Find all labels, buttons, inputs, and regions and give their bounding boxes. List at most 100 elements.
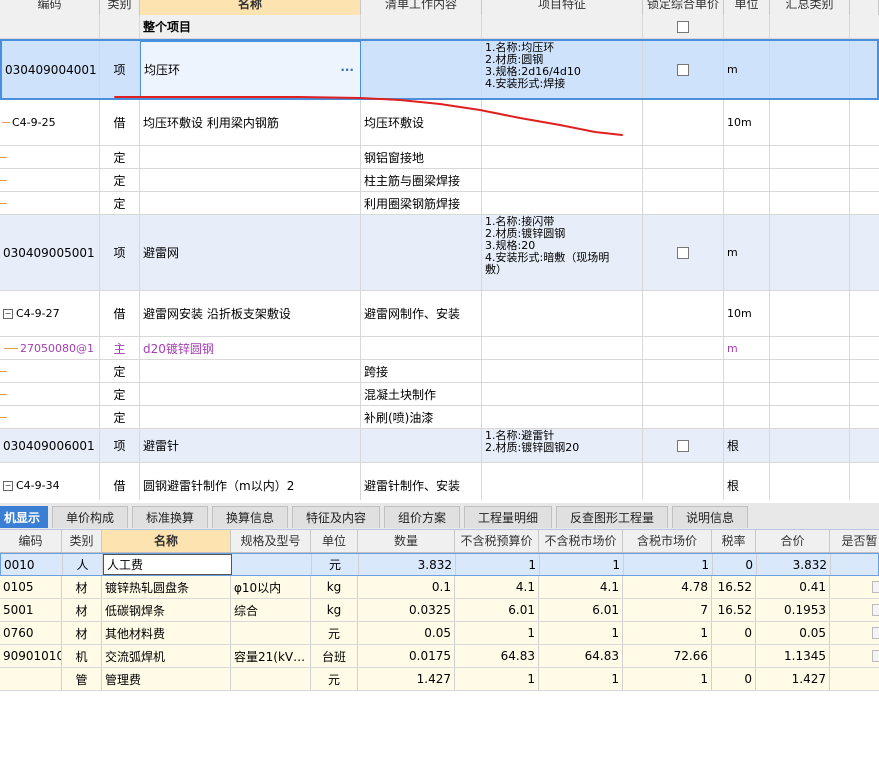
resource-detail-grid: 编码 类别 名称 规格及型号 单位 数量 不含税预算价 不含税市场价 含税市场价… bbox=[0, 530, 879, 765]
cell-name: 管理费 bbox=[102, 668, 231, 690]
bill-of-quantities-grid: 编码 类别 名称 清单工作内容 项目特征 锁定综合单价 单位 汇总类别 整个项目… bbox=[0, 0, 879, 500]
cell-tax-market: 7 bbox=[623, 599, 712, 621]
cell-name: 低碳钢焊条 bbox=[102, 599, 231, 621]
cell-name: 交流弧焊机 bbox=[102, 645, 231, 667]
cell-tax-rate: 16.52 bbox=[712, 599, 756, 621]
cell-pre-market: 1 bbox=[539, 622, 623, 644]
cell-spec: φ10以内 bbox=[231, 576, 311, 598]
tab-reverse-lookup[interactable]: 反查图形工程量 bbox=[556, 506, 668, 528]
cell-unit: kg bbox=[311, 599, 358, 621]
cell-code bbox=[0, 668, 62, 690]
cell-type: 人 bbox=[63, 554, 103, 575]
cell-spec: 综合 bbox=[231, 599, 311, 621]
col-qty[interactable]: 数量 bbox=[358, 530, 455, 552]
cell-unit: 元 bbox=[311, 622, 358, 644]
provisional-checkbox[interactable] bbox=[871, 604, 879, 616]
cell-unit: 元 bbox=[311, 668, 358, 690]
cell-type: 材 bbox=[62, 599, 102, 621]
tab-machine-display[interactable]: 机显示 bbox=[0, 506, 48, 528]
cell-code: 0010 bbox=[1, 554, 63, 575]
cell-total: 0.05 bbox=[756, 622, 830, 644]
cell-tax-market: 1 bbox=[623, 622, 712, 644]
cell-code: 0105 bbox=[0, 576, 62, 598]
bottom-grid-header: 编码 类别 名称 规格及型号 单位 数量 不含税预算价 不含税市场价 含税市场价… bbox=[0, 530, 879, 553]
table-row[interactable]: 管管理费元 1.427 1 1 1 0 1.427 bbox=[0, 668, 879, 691]
cell-tax-market: 72.66 bbox=[623, 645, 712, 667]
red-annotation-stroke bbox=[114, 96, 623, 136]
cell-code: 0760 bbox=[0, 622, 62, 644]
cell-qty: 3.832 bbox=[359, 554, 456, 575]
col-unit[interactable]: 单位 bbox=[311, 530, 358, 552]
col-tax-market-price[interactable]: 含税市场价 bbox=[623, 530, 712, 552]
tab-conversion-info[interactable]: 换算信息 bbox=[212, 506, 288, 528]
col-tax-rate[interactable]: 税率 bbox=[712, 530, 756, 552]
col-name[interactable]: 名称 bbox=[102, 530, 231, 552]
cell-provisional bbox=[830, 645, 879, 667]
cell-name: 镀锌热轧圆盘条 bbox=[102, 576, 231, 598]
cell-tax-rate: 0 bbox=[712, 668, 756, 690]
tab-features-content[interactable]: 特征及内容 bbox=[292, 506, 380, 528]
cell-total: 1.1345 bbox=[756, 645, 830, 667]
col-market-price[interactable]: 不含税市场价 bbox=[539, 530, 623, 552]
col-provisional[interactable]: 是否暂 bbox=[830, 530, 879, 552]
cell-qty: 0.1 bbox=[358, 576, 455, 598]
cell-tax-market: 4.78 bbox=[623, 576, 712, 598]
cell-qty: 0.0325 bbox=[358, 599, 455, 621]
cell-pre-market: 1 bbox=[540, 554, 624, 575]
cell-code: 5001 bbox=[0, 599, 62, 621]
table-row[interactable]: 5001 材低碳钢焊条 综合 kg 0.0325 6.01 6.01 7 16.52 0.1953 bbox=[0, 599, 879, 622]
cell-total: 0.41 bbox=[756, 576, 830, 598]
cell-pre-budget: 64.83 bbox=[455, 645, 539, 667]
cell-tax-rate: 0 bbox=[713, 554, 757, 575]
cell-spec bbox=[232, 554, 312, 575]
cell-pre-budget: 1 bbox=[456, 554, 540, 575]
cell-type: 管 bbox=[62, 668, 102, 690]
tab-standard-conversion[interactable]: 标准换算 bbox=[132, 506, 208, 528]
cell-pre-market: 64.83 bbox=[539, 645, 623, 667]
cell-provisional bbox=[830, 622, 879, 644]
cell-tax-market: 1 bbox=[623, 668, 712, 690]
cell-unit: kg bbox=[311, 576, 358, 598]
tab-description[interactable]: 说明信息 bbox=[672, 506, 748, 528]
cell-total: 1.427 bbox=[756, 668, 830, 690]
table-row[interactable]: 0105 材镀锌热轧圆盘条 φ10以内 kg 0.1 4.1 4.1 4.78 16.52 0.4… bbox=[0, 576, 879, 599]
table-row[interactable]: 90901010 机交流弧焊机 容量21(kV… 台班 0.0175 64.83 64.83… bbox=[0, 645, 879, 668]
cell-unit: 元 bbox=[312, 554, 359, 575]
cell-pre-budget: 4.1 bbox=[455, 576, 539, 598]
col-code[interactable]: 编码 bbox=[0, 530, 62, 552]
cell-pre-market: 4.1 bbox=[539, 576, 623, 598]
cell-type: 材 bbox=[62, 622, 102, 644]
cell-pre-market: 1 bbox=[539, 668, 623, 690]
tab-quantity-detail[interactable]: 工程量明细 bbox=[464, 506, 552, 528]
cell-tax-rate: 16.52 bbox=[712, 576, 756, 598]
cell-name[interactable]: 人工费 bbox=[103, 554, 232, 575]
cell-qty: 1.427 bbox=[358, 668, 455, 690]
cell-pre-budget: 6.01 bbox=[455, 599, 539, 621]
table-row[interactable]: 0010 人人工费元 3.832 1 1 1 0 3.832 bbox=[0, 553, 879, 576]
cell-name: 其他材料费 bbox=[102, 622, 231, 644]
cell-total: 0.1953 bbox=[756, 599, 830, 621]
col-total[interactable]: 合价 bbox=[756, 530, 830, 552]
provisional-checkbox[interactable] bbox=[871, 627, 879, 639]
cell-code: 90901010 bbox=[0, 645, 62, 667]
cell-provisional bbox=[831, 554, 879, 575]
cell-spec bbox=[231, 668, 311, 690]
cell-qty: 0.0175 bbox=[358, 645, 455, 667]
provisional-checkbox[interactable] bbox=[871, 650, 879, 662]
tab-unit-price[interactable]: 单价构成 bbox=[52, 506, 128, 528]
cell-type: 材 bbox=[62, 576, 102, 598]
cell-type: 机 bbox=[62, 645, 102, 667]
table-row[interactable]: 0760 材其他材料费元 0.05 1 1 1 0 0.05 bbox=[0, 622, 879, 645]
col-spec[interactable]: 规格及型号 bbox=[231, 530, 311, 552]
cell-pre-market: 6.01 bbox=[539, 599, 623, 621]
provisional-checkbox[interactable] bbox=[871, 581, 879, 593]
col-type[interactable]: 类别 bbox=[62, 530, 102, 552]
col-budget-price[interactable]: 不含税预算价 bbox=[455, 530, 539, 552]
cell-spec bbox=[231, 622, 311, 644]
tab-pricing-plan[interactable]: 组价方案 bbox=[384, 506, 460, 528]
cell-provisional bbox=[830, 668, 879, 690]
cell-provisional bbox=[830, 599, 879, 621]
cell-total: 3.832 bbox=[757, 554, 831, 575]
cell-pre-budget: 1 bbox=[455, 622, 539, 644]
cell-tax-rate: 0 bbox=[712, 622, 756, 644]
